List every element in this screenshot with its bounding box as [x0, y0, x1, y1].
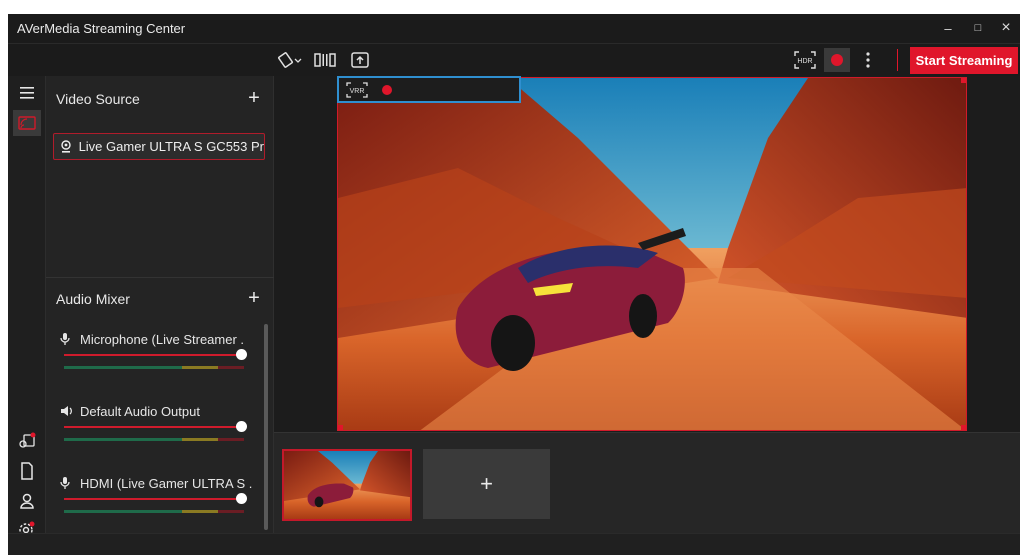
level-meter: [64, 510, 244, 513]
speaker-icon: [60, 405, 74, 417]
minimize-button[interactable]: –: [936, 18, 960, 38]
add-scene-button[interactable]: +: [423, 449, 550, 519]
split-view-icon[interactable]: [312, 50, 338, 70]
microphone-icon: [60, 476, 74, 490]
audio-channel-label: Microphone (Live Streamer .: [80, 331, 245, 347]
recording-indicator: [381, 84, 393, 96]
side-panel: Video Source + Live Gamer ULTRA S GC553 …: [46, 76, 274, 555]
preview-canvas[interactable]: [337, 77, 967, 431]
volume-knob[interactable]: [236, 421, 247, 432]
panel-scrollbar[interactable]: [264, 324, 268, 530]
volume-knob[interactable]: [236, 349, 247, 360]
preview-overlay-bar: VRR: [337, 76, 521, 103]
toolbar: HDR Start Streaming: [8, 43, 1020, 76]
audio-channel-microphone: Microphone (Live Streamer .: [60, 330, 260, 369]
device-settings-icon[interactable]: [13, 428, 41, 454]
vrr-icon[interactable]: VRR: [345, 80, 369, 100]
webcam-icon: [60, 139, 73, 154]
video-source-label: Live Gamer ULTRA S GC553 Pr: [78, 139, 264, 154]
close-button[interactable]: ×: [994, 18, 1018, 38]
audio-channel-label: Default Audio Output: [80, 403, 200, 419]
app-window: AVerMedia Streaming Center – □ × HDR Sta…: [8, 14, 1020, 555]
user-icon[interactable]: [13, 488, 41, 514]
more-options-icon[interactable]: [860, 50, 876, 70]
volume-slider[interactable]: [64, 349, 247, 360]
corner-handle[interactable]: [961, 425, 966, 430]
video-source-item[interactable]: Live Gamer ULTRA S GC553 Pr: [53, 133, 265, 160]
document-icon[interactable]: [13, 458, 41, 484]
video-source-header: Video Source +: [46, 79, 274, 119]
add-audio-source-button[interactable]: +: [244, 288, 264, 308]
audio-channel-hdmi: HDMI (Live Gamer ULTRA S .: [60, 474, 260, 513]
audio-mixer-title: Audio Mixer: [56, 291, 130, 307]
svg-text:VRR: VRR: [350, 88, 365, 95]
level-meter: [64, 438, 244, 441]
audio-channel-label: HDMI (Live Gamer ULTRA S .: [80, 475, 253, 491]
level-meter: [64, 366, 244, 369]
preview-area: VRR: [274, 76, 1020, 432]
corner-handle[interactable]: [961, 78, 966, 83]
record-button[interactable]: [824, 48, 850, 72]
volume-knob[interactable]: [236, 493, 247, 504]
hdr-icon[interactable]: HDR: [792, 50, 818, 70]
status-bar: [8, 533, 1020, 555]
menu-icon[interactable]: [13, 80, 41, 106]
corner-handle[interactable]: [338, 425, 343, 430]
microphone-icon: [60, 332, 74, 346]
scene-thumbnail-image: [284, 451, 410, 519]
volume-slider[interactable]: [64, 493, 247, 504]
preview-image: [338, 78, 966, 430]
cast-icon[interactable]: [13, 110, 41, 136]
left-rail: [8, 76, 46, 555]
volume-slider[interactable]: [64, 421, 247, 432]
scene-strip: +: [274, 432, 1020, 533]
app-title: AVerMedia Streaming Center: [17, 21, 186, 36]
panel-divider: [46, 277, 274, 278]
maximize-button[interactable]: □: [966, 18, 990, 38]
title-bar: AVerMedia Streaming Center – □ ×: [8, 14, 1020, 43]
audio-channel-default-output: Default Audio Output: [60, 402, 260, 441]
add-video-source-button[interactable]: +: [244, 88, 264, 108]
toolbar-divider: [897, 49, 898, 71]
export-icon[interactable]: [348, 50, 372, 70]
audio-mixer-header: Audio Mixer +: [46, 279, 274, 319]
svg-text:HDR: HDR: [797, 58, 812, 65]
start-streaming-button[interactable]: Start Streaming: [910, 47, 1018, 74]
rotate-icon[interactable]: [276, 50, 304, 70]
video-source-title: Video Source: [56, 91, 140, 107]
scene-thumbnail[interactable]: [282, 449, 412, 521]
